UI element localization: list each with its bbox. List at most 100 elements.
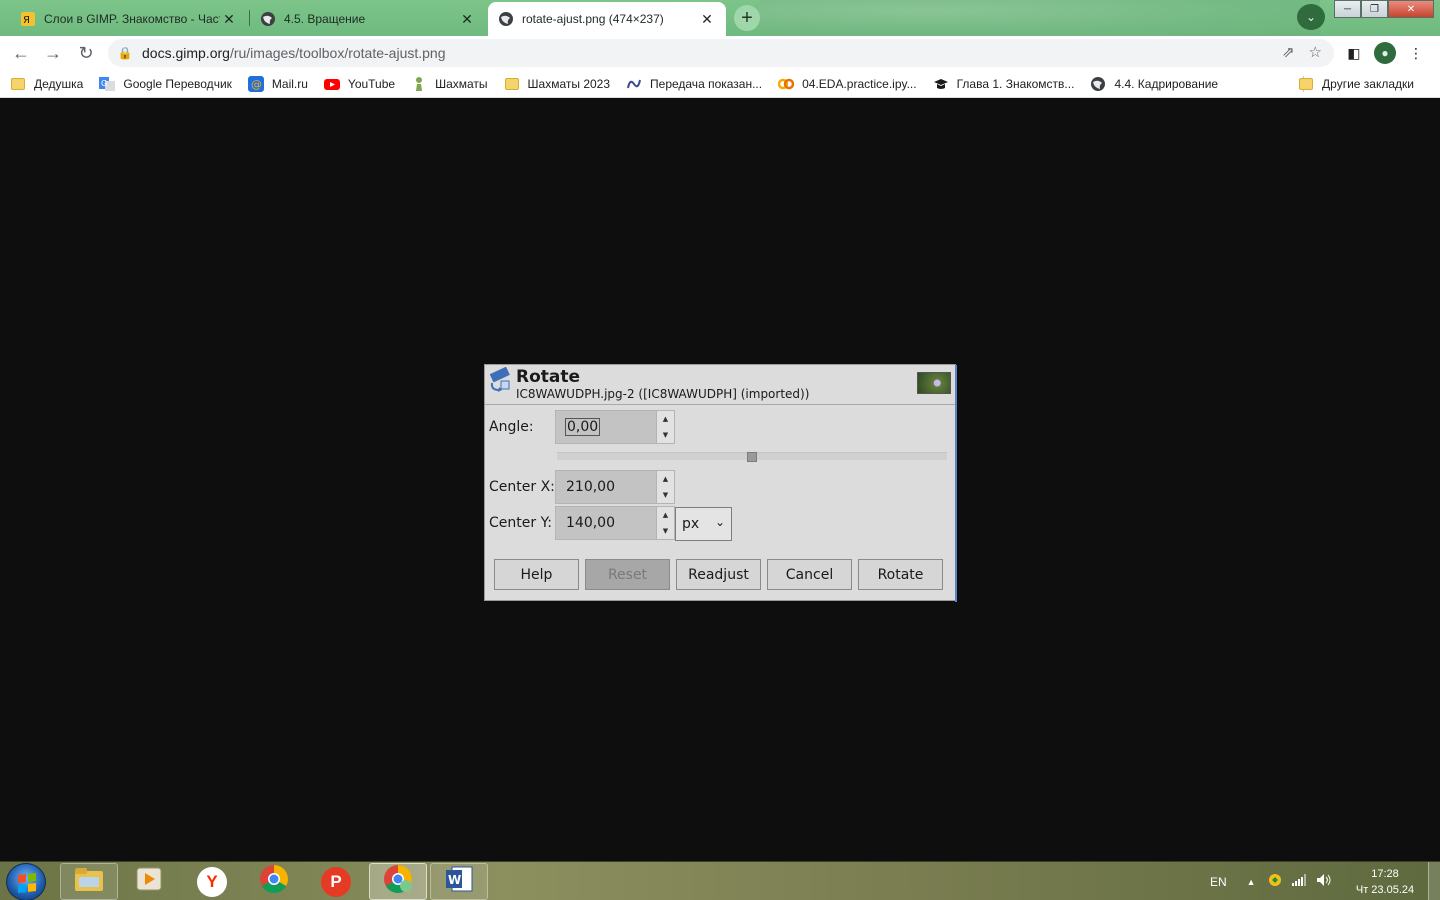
new-tab-button[interactable]: + xyxy=(734,5,760,31)
windows-taskbar: Y P W EN ▲ 17:28 Чт 23.05.24 xyxy=(0,861,1440,900)
taskbar-chrome[interactable] xyxy=(245,863,303,900)
cancel-button: Cancel xyxy=(767,559,852,590)
bookmark-chess-2023[interactable]: Шахматы 2023 xyxy=(504,76,610,92)
svg-text:W: W xyxy=(448,873,461,887)
close-window-button[interactable]: ✕ xyxy=(1388,0,1434,18)
arrow-right-icon: → xyxy=(44,42,62,63)
spin-down-icon: ▼ xyxy=(662,527,669,535)
clock[interactable]: 17:28 Чт 23.05.24 xyxy=(1352,866,1418,898)
center-x-value: 210,00 xyxy=(566,479,615,495)
tab-search-button[interactable]: ⌄ xyxy=(1297,4,1325,30)
tray-app-icon[interactable] xyxy=(1268,873,1282,890)
person-icon: ● xyxy=(1381,46,1389,60)
svg-text:@: @ xyxy=(251,78,262,91)
tab-gimp-layers[interactable]: Я Слои в GIMP. Знакомство - Част ✕ xyxy=(10,2,248,36)
word-icon: W xyxy=(444,865,474,898)
address-bar[interactable]: 🔒 docs.gimp.org/ru/images/toolbox/rotate… xyxy=(108,39,1334,67)
reload-button[interactable]: ↻ xyxy=(73,40,99,66)
share-icon[interactable]: ⇗ xyxy=(1282,43,1295,61)
youtube-icon xyxy=(323,76,340,92)
maximize-button[interactable]: ❐ xyxy=(1361,0,1388,18)
taskbar-media-player[interactable] xyxy=(120,863,178,900)
tab-rotation[interactable]: 4.5. Вращение ✕ xyxy=(250,2,486,36)
folder-icon xyxy=(504,76,520,92)
bookmark-cropping[interactable]: 4.4. Кадрирование xyxy=(1090,76,1218,92)
taskbar-chrome-active[interactable] xyxy=(369,863,427,900)
rotate-button: Rotate xyxy=(858,559,943,590)
volume-icon[interactable] xyxy=(1316,873,1332,890)
center-y-spinbox: 140,00 ▲ ▼ xyxy=(555,506,675,540)
mailru-icon: @ xyxy=(247,75,264,92)
close-tab-icon[interactable]: ✕ xyxy=(698,10,716,28)
spin-up-icon: ▲ xyxy=(662,475,669,483)
browser-toolbar: ← → ↻ 🔒 docs.gimp.org/ru/images/toolbox/… xyxy=(0,36,1440,70)
back-button[interactable]: ← xyxy=(8,40,34,66)
globe-icon xyxy=(260,11,276,27)
start-button[interactable] xyxy=(6,863,46,900)
lock-icon: 🔒 xyxy=(117,46,133,60)
google-translate-icon: G xyxy=(99,76,116,92)
bookmark-chapter-1[interactable]: Глава 1. Знакомств... xyxy=(933,76,1074,92)
center-y-value: 140,00 xyxy=(566,515,615,531)
readjust-button: Readjust xyxy=(676,559,761,590)
forward-button[interactable]: → xyxy=(40,40,66,66)
tab-title: Слои в GIMP. Знакомство - Част xyxy=(44,12,220,26)
svg-text:Я: Я xyxy=(23,15,30,26)
minimize-button[interactable]: ─ xyxy=(1334,0,1361,18)
bookmarks-bar: Дедушка G Google Переводчик @ Mail.ru Yo… xyxy=(0,70,1440,98)
profile-avatar[interactable]: ● xyxy=(1374,42,1396,64)
tab-title: rotate-ajust.png (474×237) xyxy=(522,12,664,26)
folder-icon xyxy=(10,76,26,92)
language-indicator[interactable]: EN xyxy=(1210,875,1227,889)
slider-knob xyxy=(747,452,757,462)
unit-select: px ⌄ xyxy=(675,507,732,541)
bookmark-google-translate[interactable]: G Google Переводчик xyxy=(99,76,232,92)
taskbar-pikabu[interactable]: P xyxy=(307,863,365,900)
spin-up-icon: ▲ xyxy=(662,415,669,423)
taskbar-word[interactable]: W xyxy=(430,863,488,900)
image-thumbnail xyxy=(917,372,951,394)
tab-strip: Я Слои в GIMP. Знакомство - Част ✕ 4.5. … xyxy=(0,0,1440,36)
bookmark-transfer-readings[interactable]: Передача показан... xyxy=(626,76,762,92)
center-x-label: Center X: xyxy=(489,479,555,495)
rotate-tool-icon xyxy=(487,366,513,393)
spin-down-icon: ▼ xyxy=(662,491,669,499)
folder-icon xyxy=(1298,76,1314,92)
star-icon[interactable]: ☆ xyxy=(1309,43,1322,61)
bookmark-mailru[interactable]: @ Mail.ru xyxy=(247,75,308,92)
dialog-subtitle: IC8WAWUDPH.jpg-2 ([IC8WAWUDPH] (imported… xyxy=(516,387,810,401)
menu-kebab-icon[interactable]: ⋮ xyxy=(1406,43,1426,63)
close-tab-icon[interactable]: ✕ xyxy=(458,10,476,28)
side-panel-icon[interactable]: ◧ xyxy=(1344,43,1364,63)
windows-logo-icon xyxy=(18,873,36,893)
angle-value: 0,00 xyxy=(564,418,601,436)
svg-text:G: G xyxy=(101,79,107,88)
bookmark-colab[interactable]: 04.EDA.practice.ipy... xyxy=(778,76,917,92)
taskbar-yandex-browser[interactable]: Y xyxy=(183,863,241,900)
clock-date: Чт 23.05.24 xyxy=(1355,884,1415,896)
show-desktop-button[interactable] xyxy=(1428,862,1440,900)
close-tab-icon[interactable]: ✕ xyxy=(220,10,238,28)
media-player-icon xyxy=(134,865,164,898)
reset-button: Reset xyxy=(585,559,670,590)
reload-icon: ↻ xyxy=(78,42,94,63)
system-tray: EN ▲ xyxy=(1210,862,1332,900)
taskbar-explorer[interactable] xyxy=(60,863,118,900)
tab-favicon-icon: Я xyxy=(20,11,36,27)
bookmark-dedushka[interactable]: Дедушка xyxy=(10,76,83,92)
colab-icon xyxy=(778,76,795,92)
bookmark-chess[interactable]: Шахматы xyxy=(411,76,488,92)
network-icon[interactable] xyxy=(1291,874,1306,889)
other-bookmarks[interactable]: Другие закладки xyxy=(1298,76,1414,92)
show-hidden-icons-icon[interactable]: ▲ xyxy=(1247,877,1256,887)
bookmark-youtube[interactable]: YouTube xyxy=(323,76,395,92)
pikabu-icon: P xyxy=(321,866,351,897)
tab-title: 4.5. Вращение xyxy=(284,12,366,26)
help-button: Help xyxy=(494,559,579,590)
yandex-icon: Y xyxy=(197,866,227,897)
unit-value: px xyxy=(682,516,700,532)
center-y-label: Center Y: xyxy=(489,515,552,531)
graduation-cap-icon xyxy=(933,76,949,92)
tab-rotate-ajust[interactable]: rotate-ajust.png (474×237) ✕ xyxy=(488,2,726,36)
spin-down-icon: ▼ xyxy=(662,431,669,439)
